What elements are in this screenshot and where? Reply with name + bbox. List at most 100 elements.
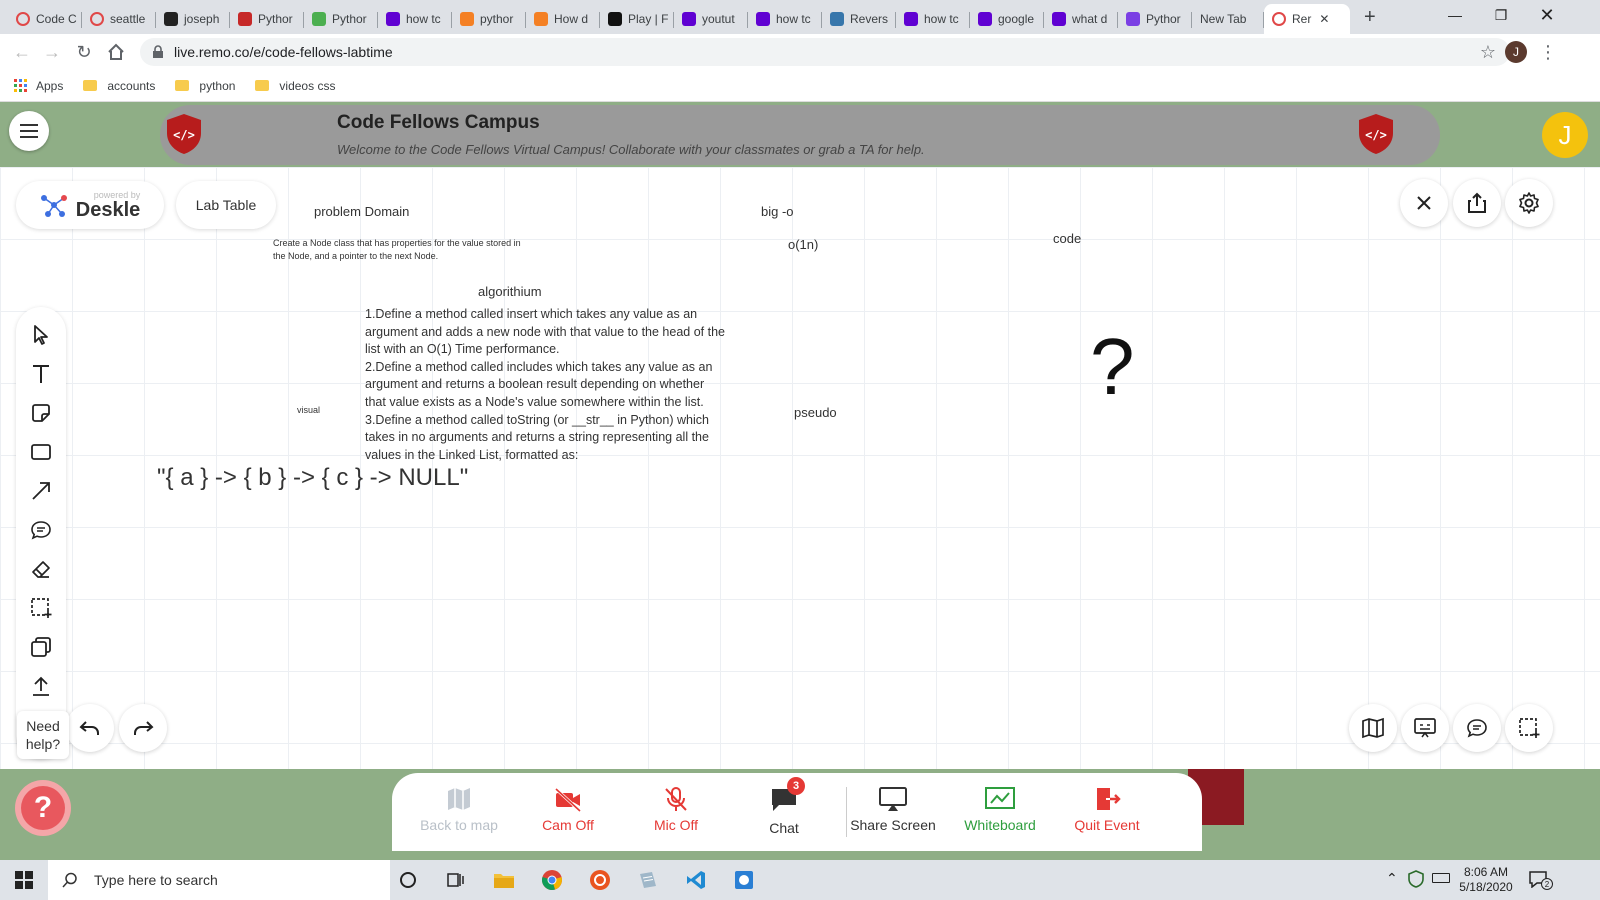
dashed-select-icon [1519,718,1540,738]
browser-tab[interactable]: How d [526,4,600,34]
comments-button[interactable] [1453,704,1501,752]
browser-tab[interactable]: Pythor [230,4,304,34]
browser-tab[interactable]: Play | F [600,4,674,34]
event-footer: ? Back to map Cam Off Mic Off 3 Chat Sha… [0,769,1600,860]
notifications-button[interactable]: 2 [1528,870,1553,890]
task-view-button[interactable] [442,866,470,894]
close-whiteboard-button[interactable] [1400,179,1448,227]
browser-tab[interactable]: Code C [8,4,82,34]
python-icon [830,12,844,26]
quit-event-button[interactable]: Quit Event [1052,785,1162,833]
back-button[interactable]: ← [10,40,34,64]
new-tab-button[interactable]: + [1360,2,1384,32]
browser-tab[interactable]: Pythor [304,4,378,34]
browser-tab[interactable]: pythor [452,4,526,34]
area-select-tool[interactable] [27,594,55,622]
bookmark-python[interactable]: python [169,79,235,93]
cam-off-button[interactable]: Cam Off [513,785,623,833]
profile-avatar[interactable]: J [1505,41,1527,63]
browser-tab[interactable]: how tc [896,4,970,34]
bookmark-star-icon[interactable]: ☆ [1476,40,1500,64]
search-icon [62,872,77,888]
share-screen-button[interactable]: Share Screen [838,785,948,833]
mic-off-button[interactable]: Mic Off [621,785,731,833]
home-button[interactable] [104,40,128,64]
browser-tab[interactable]: New Tab [1192,4,1264,34]
show-hidden-icons[interactable]: ⌃ [1386,870,1398,887]
browser-tab[interactable]: joseph [156,4,230,34]
browser-tab[interactable]: what d [1044,4,1118,34]
eraser-tool[interactable] [27,555,55,583]
chat-button[interactable]: 3 Chat [729,777,839,836]
tab-label: youtut [702,12,735,26]
start-button[interactable] [10,866,38,894]
browser-tab[interactable]: google [970,4,1044,34]
vscode-app[interactable] [682,866,710,894]
browser-tab[interactable]: youtut [674,4,748,34]
cortana-button[interactable] [394,866,422,894]
bookmark-videos-css[interactable]: videos css [249,79,335,93]
redo-button[interactable] [119,704,167,752]
browser-tab[interactable]: Rer ✕ [1264,4,1350,34]
whiteboard-canvas[interactable]: powered by Deskle Lab Table problem Doma… [0,167,1600,769]
fit-view-button[interactable] [1505,704,1553,752]
cortana-circle-icon [400,872,416,888]
comment-tool[interactable] [27,516,55,544]
text-tool[interactable] [27,360,55,388]
user-avatar[interactable]: J [1542,112,1588,158]
bookmark-accounts[interactable]: accounts [77,79,155,93]
campus-banner: </> Code Fellows Campus Welcome to the C… [0,102,1600,167]
taskbar-search-box[interactable]: Type here to search [48,860,390,900]
arrow-icon [32,482,50,500]
minimize-button[interactable]: — [1432,0,1478,30]
browser-tab[interactable]: seattle [82,4,156,34]
battery-icon[interactable] [1432,873,1450,883]
close-tab-icon[interactable]: ✕ [1319,12,1329,26]
share-whiteboard-button[interactable] [1453,179,1501,227]
yahoo-icon [756,12,770,26]
reload-button[interactable]: ↻ [72,40,96,64]
pages-tool[interactable] [27,633,55,661]
file-explorer-app[interactable] [490,866,518,894]
more-menu-icon[interactable]: ⋮ [1536,40,1560,64]
shield-icon [1408,870,1424,888]
close-window-button[interactable]: ✕ [1524,0,1570,30]
browser-tab[interactable]: how tc [748,4,822,34]
sticky-note-tool[interactable] [27,399,55,427]
undo-button[interactable] [66,704,114,752]
chrome-app[interactable] [538,866,566,894]
hamburger-menu-button[interactable] [9,111,49,151]
arrow-tool[interactable] [27,477,55,505]
clock-date: 5/18/2020 [1459,880,1513,894]
browser-tab[interactable]: Revers [822,4,896,34]
remo-icon [16,12,30,26]
rectangle-tool[interactable] [27,438,55,466]
board-name-label: Lab Table [195,197,257,213]
remo-icon [90,12,104,26]
address-bar[interactable]: live.remo.co/e/code-fellows-labtime [140,38,1510,66]
browser-tab[interactable]: Pythor [1118,4,1192,34]
select-tool[interactable] [27,321,55,349]
deskle-brand[interactable]: powered by Deskle [16,181,164,229]
need-help-tooltip: Need help? [17,711,69,759]
forward-button[interactable]: → [40,40,64,64]
back-to-map-button[interactable]: Back to map [404,785,514,833]
restore-button[interactable]: ❐ [1478,0,1524,30]
remo-app[interactable] [730,866,758,894]
eraser-icon [32,561,50,578]
upload-tool[interactable] [27,672,55,700]
security-icon[interactable] [1408,870,1424,888]
rectangle-icon [31,444,51,460]
whiteboard-button[interactable]: Whiteboard [945,785,1055,833]
bookmark-apps[interactable]: Apps [14,78,63,93]
clock[interactable]: 8:06 AM 5/18/2020 [1456,865,1516,895]
help-button[interactable]: ? [15,780,71,836]
ubuntu-app[interactable] [586,866,614,894]
board-name-pill[interactable]: Lab Table [176,181,276,229]
tab-label: what d [1072,12,1108,26]
settings-button[interactable] [1505,179,1553,227]
map-view-button[interactable] [1349,704,1397,752]
notes-app[interactable] [634,866,662,894]
browser-tab[interactable]: how tc [378,4,452,34]
presentation-button[interactable] [1401,704,1449,752]
